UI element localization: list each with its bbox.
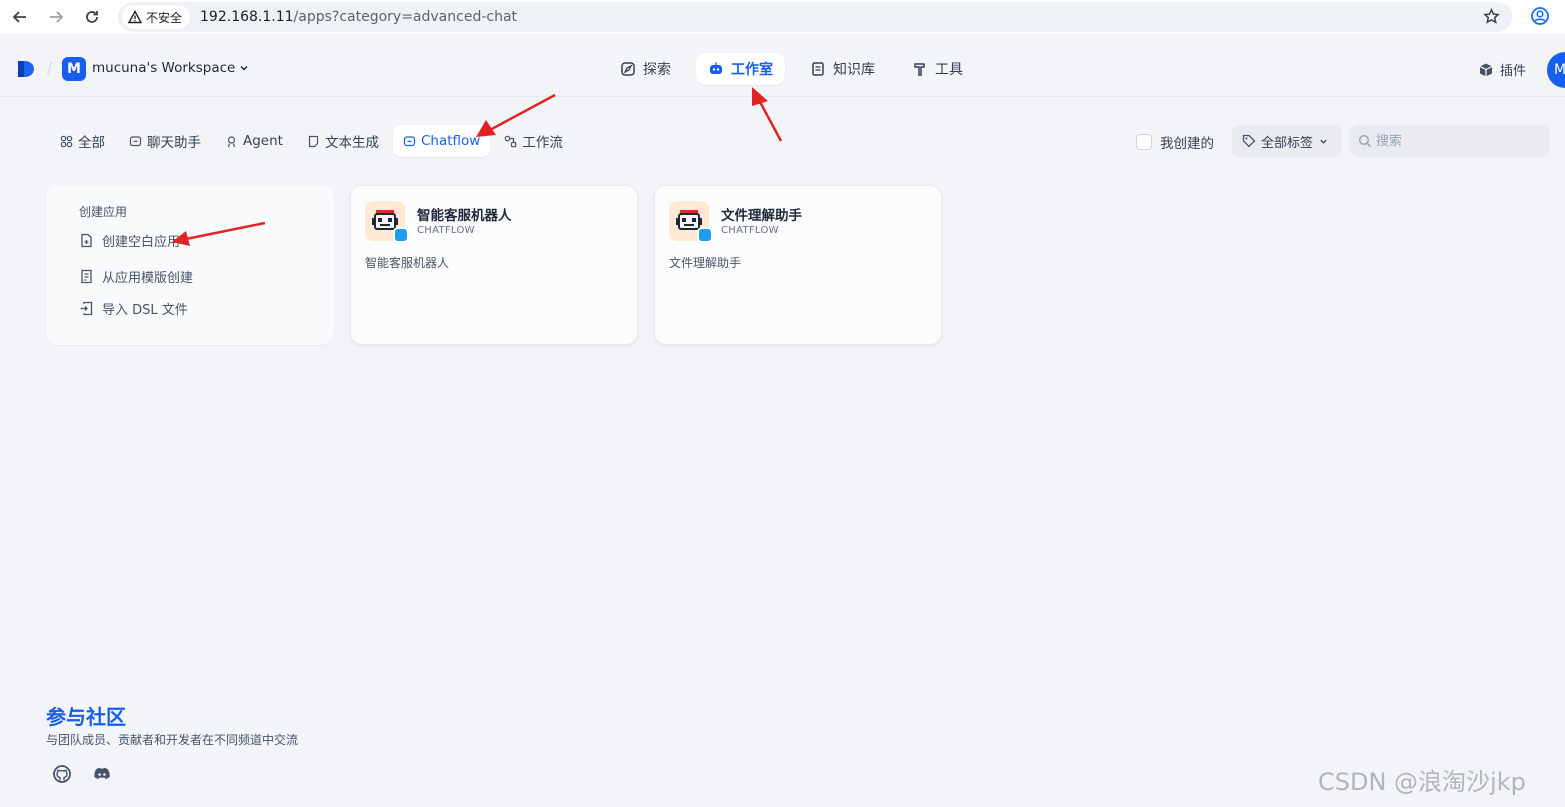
security-label: 不安全	[146, 10, 183, 25]
tag-filter-dropdown[interactable]: 全部标签	[1232, 125, 1342, 157]
nav-studio[interactable]: 工作室	[696, 53, 785, 85]
compass-icon	[621, 62, 635, 76]
nav-studio-label: 工作室	[731, 62, 773, 78]
watermark: CSDN @浪淘沙jkp	[1318, 768, 1526, 796]
created-by-me-checkbox[interactable]	[1136, 134, 1152, 150]
main-nav: 探索 工作室 知识库 工具	[0, 53, 1565, 85]
create-from-template-label: 从应用模版创建	[102, 271, 194, 286]
chevron-down-icon	[1320, 139, 1327, 144]
tag-icon	[1242, 134, 1256, 148]
create-app-card: 创建应用 创建空白应用 从应用模版创建 导入 DSL 文件	[46, 185, 334, 345]
tab-all-label: 全部	[78, 135, 105, 151]
plugins-label: 插件	[1500, 64, 1527, 79]
app-type: CHATFLOW	[417, 225, 475, 236]
reload-icon	[86, 11, 98, 23]
app-card[interactable]: 文件理解助手 CHATFLOW 文件理解助手	[654, 185, 942, 345]
tab-agent-label: Agent	[243, 133, 283, 149]
template-icon	[81, 269, 92, 284]
back-button[interactable]	[2, 0, 38, 34]
import-dsl-label: 导入 DSL 文件	[102, 303, 188, 318]
arrow-left-icon	[12, 11, 26, 23]
discord-icon[interactable]	[92, 764, 112, 784]
nav-tools[interactable]: 工具	[900, 53, 975, 85]
tab-chatflow-label: Chatflow	[420, 133, 481, 149]
arrow-right-icon	[50, 11, 64, 23]
app-description: 智能客服机器人	[365, 256, 450, 270]
app-description: 文件理解助手	[669, 256, 742, 270]
chat-icon	[129, 135, 142, 146]
create-blank-app-label: 创建空白应用	[102, 235, 181, 250]
tab-agent[interactable]: Agent	[215, 125, 293, 157]
created-by-me-filter[interactable]: 我创建的	[1136, 132, 1214, 152]
app-card[interactable]: 智能客服机器人 CHATFLOW 智能客服机器人	[350, 185, 638, 345]
grid-icon	[60, 135, 73, 147]
community-title: 参与社区	[46, 705, 126, 729]
cube-icon	[1479, 63, 1493, 76]
plugins-button[interactable]: 插件	[1478, 60, 1526, 79]
import-dsl-button[interactable]: 导入 DSL 文件	[79, 299, 188, 318]
tab-chat-assistant-label: 聊天助手	[147, 135, 201, 151]
search-box[interactable]	[1350, 125, 1550, 157]
hammer-icon	[914, 63, 925, 76]
security-indicator[interactable]: 不安全	[122, 5, 191, 29]
app-type: CHATFLOW	[721, 225, 779, 236]
reload-button[interactable]	[74, 0, 110, 34]
search-icon	[1358, 134, 1371, 147]
tag-filter-label: 全部标签	[1261, 135, 1314, 151]
nav-explore-label: 探索	[643, 62, 671, 78]
create-blank-app-button[interactable]: 创建空白应用	[79, 231, 180, 250]
document-icon	[308, 135, 319, 147]
tab-chatflow[interactable]: Chatflow	[392, 125, 491, 157]
created-by-me-label: 我创建的	[1160, 136, 1214, 152]
address-bar[interactable]: 不安全 192.168.1.11/apps?category=advanced-…	[118, 2, 1512, 32]
tab-text-generation-label: 文本生成	[324, 135, 379, 151]
warning-icon	[128, 10, 142, 24]
chatflow-badge-icon	[393, 227, 409, 243]
tab-workflow-label: 工作流	[522, 135, 563, 151]
tab-workflow[interactable]: 工作流	[494, 125, 573, 157]
bookmark-star-icon[interactable]	[1483, 8, 1500, 29]
tab-chat-assistant[interactable]: 聊天助手	[119, 125, 211, 157]
agent-icon	[227, 135, 236, 147]
nav-knowledge-label: 知识库	[833, 62, 875, 78]
annotation-arrows	[172, 87, 783, 246]
search-input[interactable]	[1376, 133, 1536, 149]
tab-text-generation[interactable]: 文本生成	[297, 125, 389, 157]
github-icon[interactable]	[52, 764, 72, 784]
url-host: 192.168.1.11	[200, 9, 294, 25]
url-text[interactable]: 192.168.1.11/apps?category=advanced-chat	[200, 9, 517, 25]
import-icon	[80, 301, 93, 316]
nav-explore[interactable]: 探索	[608, 53, 683, 85]
chatflow-icon	[403, 135, 416, 146]
url-path: /apps?category=advanced-chat	[293, 9, 518, 25]
community-subtitle: 与团队成员、贡献者和开发者在不同频道中交流	[46, 733, 299, 747]
workflow-icon	[505, 135, 517, 147]
app-name: 智能客服机器人	[417, 208, 512, 224]
app-name: 文件理解助手	[721, 208, 802, 224]
browser-toolbar: 不安全 192.168.1.11/apps?category=advanced-…	[0, 0, 1565, 34]
create-app-title: 创建应用	[79, 205, 128, 219]
nav-knowledge[interactable]: 知识库	[798, 53, 887, 85]
chatflow-badge-icon	[697, 227, 713, 243]
file-plus-icon	[81, 233, 92, 248]
create-from-template-button[interactable]: 从应用模版创建	[79, 267, 193, 286]
browser-profile-icon[interactable]	[1530, 6, 1550, 30]
nav-tools-label: 工具	[935, 62, 963, 78]
tab-all[interactable]: 全部	[50, 125, 115, 157]
forward-button[interactable]	[38, 0, 74, 34]
category-tabs: 全部 聊天助手 Agent 文本生成 Chatflow 工作流	[50, 125, 577, 157]
book-icon	[812, 62, 824, 76]
robot-icon	[710, 62, 722, 74]
app-header: / M mucuna's Workspace 探索 工作室 知识库 工具 插件 …	[0, 41, 1565, 97]
